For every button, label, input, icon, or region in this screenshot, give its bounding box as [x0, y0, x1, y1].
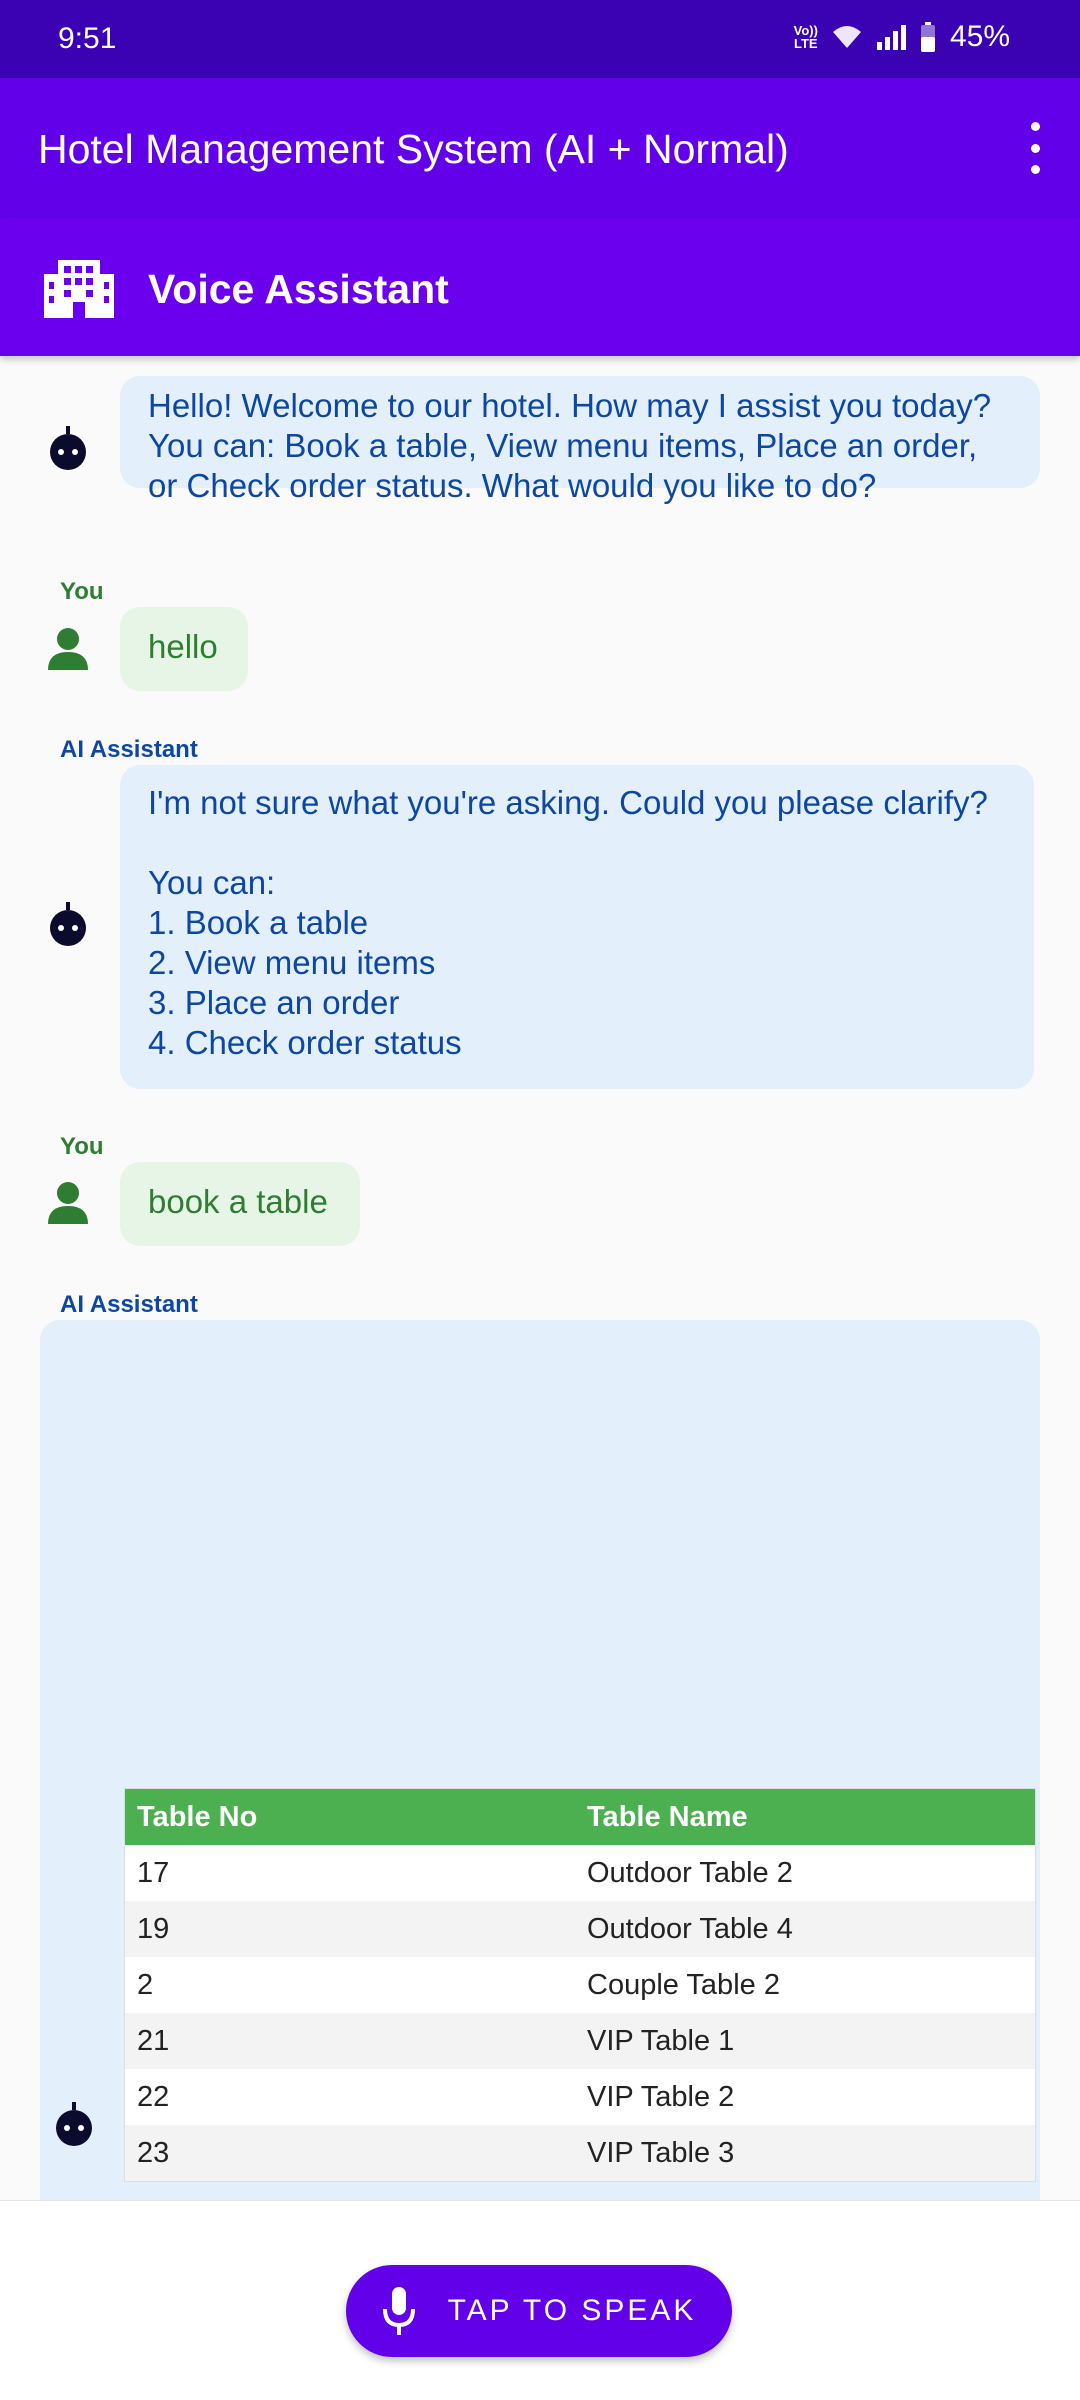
- person-icon: [48, 628, 88, 670]
- chat-list[interactable]: Hello! Welcome to our hotel. How may I a…: [0, 356, 1080, 2200]
- message-text: Hello! Welcome to our hotel. How may I a…: [148, 387, 992, 504]
- table-cell: 23: [125, 2125, 575, 2181]
- table-cell: Couple Table 2: [575, 1957, 1035, 2013]
- table-cell: 17: [125, 1845, 575, 1901]
- bottom-bar: TAP TO SPEAK: [0, 2200, 1080, 2400]
- bot-icon: [56, 2102, 92, 2146]
- available-tables: Table No Table Name 17 Outdoor Table 2 1…: [124, 1788, 1036, 2182]
- message-bubble-ai: I'm not sure what you're asking. Could y…: [120, 765, 1034, 1089]
- message-text: hello: [148, 628, 218, 665]
- bot-icon: [50, 902, 86, 946]
- table-row[interactable]: 23 VIP Table 3: [125, 2125, 1035, 2181]
- status-icons: Vo)) LTE 45%: [794, 20, 1010, 54]
- table-cell: VIP Table 2: [575, 2069, 1035, 2125]
- signal-icon: [876, 25, 906, 50]
- table-cell: 22: [125, 2069, 575, 2125]
- table-cell: VIP Table 3: [575, 2125, 1035, 2181]
- tap-to-speak-button[interactable]: TAP TO SPEAK: [346, 2265, 732, 2357]
- overflow-menu-icon[interactable]: [1020, 122, 1050, 174]
- voice-assistant-header: Voice Assistant: [0, 218, 1080, 356]
- wifi-icon: [832, 26, 861, 48]
- table-cell: Outdoor Table 2: [575, 1845, 1035, 1901]
- table-cell: 19: [125, 1901, 575, 1957]
- table-cell: 2: [125, 1957, 575, 2013]
- message-text: book a table: [148, 1183, 328, 1220]
- message-bubble-ai: Hello! Welcome to our hotel. How may I a…: [120, 376, 1040, 504]
- column-header: Table Name: [575, 1789, 1035, 1845]
- table-row[interactable]: 22 VIP Table 2: [125, 2069, 1035, 2125]
- sender-label: You: [60, 1133, 104, 1160]
- tables-table: Table No Table Name 17 Outdoor Table 2 1…: [125, 1789, 1035, 2181]
- status-time: 9:51: [58, 22, 117, 55]
- status-bar: 9:51 Vo)) LTE 45%: [0, 0, 1080, 78]
- message-bubble-user: book a table: [120, 1162, 360, 1246]
- bot-icon: [50, 426, 86, 470]
- table-header-row: Table No Table Name: [125, 1789, 1035, 1845]
- table-cell: Outdoor Table 4: [575, 1901, 1035, 1957]
- message-bubble-user: hello: [120, 607, 248, 691]
- person-icon: [48, 1182, 88, 1224]
- table-cell: VIP Table 1: [575, 2013, 1035, 2069]
- microphone-icon: [382, 2287, 415, 2335]
- table-row[interactable]: 19 Outdoor Table 4: [125, 1901, 1035, 1957]
- sender-label: AI Assistant: [60, 1291, 198, 1318]
- app-title: Hotel Management System (AI + Normal): [38, 126, 789, 172]
- table-row[interactable]: 17 Outdoor Table 2: [125, 1845, 1035, 1901]
- tap-to-speak-label: TAP TO SPEAK: [447, 2294, 697, 2327]
- sender-label: AI Assistant: [60, 736, 198, 763]
- volte-icon: Vo)) LTE: [793, 23, 818, 51]
- table-row[interactable]: 21 VIP Table 1: [125, 2013, 1035, 2069]
- hotel-building-icon: [44, 260, 114, 318]
- table-cell: 21: [125, 2013, 575, 2069]
- table-row[interactable]: 2 Couple Table 2: [125, 1957, 1035, 2013]
- message-text: I'm not sure what you're asking. Could y…: [148, 784, 988, 1061]
- app-bar: Hotel Management System (AI + Normal): [0, 78, 1080, 218]
- column-header: Table No: [125, 1789, 575, 1845]
- battery-percent: 45%: [949, 20, 1010, 53]
- sender-label: You: [60, 578, 104, 605]
- voice-assistant-title: Voice Assistant: [148, 266, 449, 312]
- battery-icon: [920, 22, 935, 52]
